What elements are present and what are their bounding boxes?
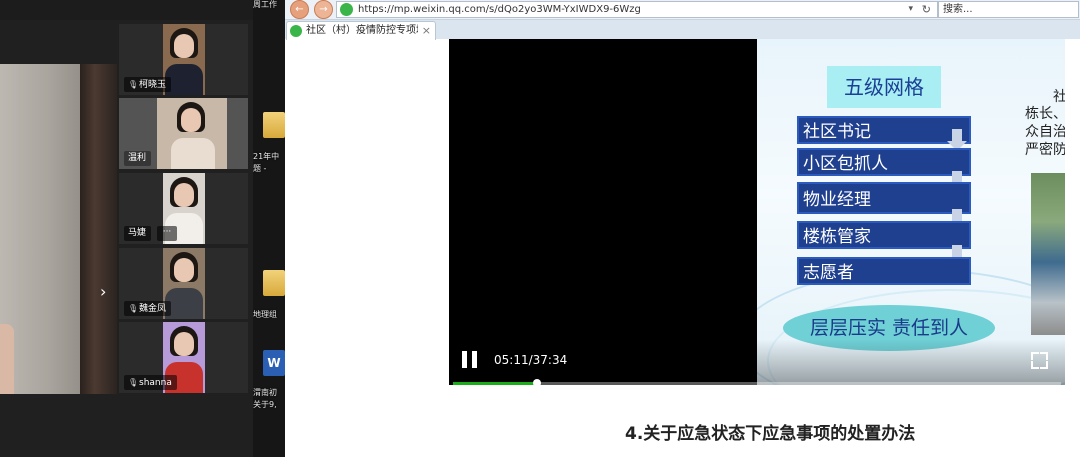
search-input[interactable]: 搜索...	[938, 1, 1079, 18]
wechat-favicon-icon	[340, 3, 353, 16]
desktop-area: 周工作 21年中 题 - 地理组 W 渭南初 关于9,	[253, 0, 285, 457]
participant-tile[interactable]: 🎙shanna	[119, 322, 248, 393]
next-page-arrow-icon[interactable]: ›	[100, 284, 106, 300]
refresh-icon[interactable]: ↻	[922, 2, 931, 17]
more-options-icon[interactable]: ···	[157, 226, 177, 241]
participant-tile[interactable]: 马婕 ···	[119, 173, 248, 244]
mic-muted-icon: 🎙	[128, 378, 139, 387]
back-button[interactable]: ←	[290, 0, 309, 19]
tab-close-icon[interactable]: ×	[422, 22, 431, 40]
wechat-favicon-icon	[290, 25, 302, 37]
desktop-item-label: 周工作	[253, 0, 277, 9]
progress-fill	[453, 382, 537, 385]
mic-muted-icon: 🎙	[128, 304, 139, 313]
participant-name-label: 🎙魏金凤	[124, 301, 172, 316]
article-heading: 4.关于应急状态下应急事项的处置办法	[625, 424, 916, 444]
grid-level: 物业经理	[797, 182, 971, 214]
progress-bar[interactable]	[453, 379, 1061, 385]
playback-time: 05:11/37:34	[494, 353, 568, 367]
word-doc-icon[interactable]: W	[263, 350, 285, 376]
browser-window: ← → https://mp.weixin.qq.com/s/dQo2yo3WM…	[285, 0, 1080, 457]
slide-side-text: 众自治	[1025, 124, 1065, 140]
mic-muted-icon: 🎙	[128, 80, 139, 89]
slide-side-text: 栋长、	[1025, 106, 1065, 122]
tab-title: 社区（村）疫情防控专项培...	[306, 25, 418, 36]
folder-icon[interactable]	[263, 270, 285, 296]
pause-button[interactable]	[462, 351, 480, 369]
desktop-item-label: 关于9,	[253, 400, 277, 409]
video-speaker	[0, 324, 14, 394]
participant-video	[157, 98, 227, 169]
desktop-item-label: 地理组	[253, 310, 277, 319]
main-video-feed[interactable]: ›	[0, 64, 117, 394]
progress-knob[interactable]	[532, 379, 541, 385]
grid-level: 社区书记	[797, 116, 971, 144]
forward-button[interactable]: →	[314, 0, 333, 19]
grid-level: 小区包抓人	[797, 148, 971, 176]
participant-tile[interactable]: 🎙魏金凤	[119, 248, 248, 319]
address-bar[interactable]: https://mp.weixin.qq.com/s/dQo2yo3WM-YxI…	[336, 1, 938, 18]
url-text[interactable]: https://mp.weixin.qq.com/s/dQo2yo3WM-YxI…	[358, 2, 641, 17]
video-player[interactable]: 五级网格 社区书记 小区包抓人 物业经理 楼栋管家 志愿者 层层压实 责任到人 …	[449, 39, 1065, 385]
participant-name-label: 🎙柯晓玉	[124, 77, 172, 92]
tab-bar: 社区（村）疫情防控专项培... ×	[285, 20, 1080, 40]
search-placeholder: 搜索...	[943, 4, 973, 15]
browser-nav-bar: ← → https://mp.weixin.qq.com/s/dQo2yo3WM…	[285, 0, 1080, 20]
dropdown-arrow-icon[interactable]: ▾	[908, 2, 913, 17]
grid-level: 楼栋管家	[797, 221, 971, 249]
participant-name-label: 🎙shanna	[124, 375, 177, 390]
participant-name-label: 温利	[124, 151, 152, 166]
slide-photo	[1031, 173, 1065, 335]
participant-tile-active[interactable]: 温利	[119, 98, 248, 169]
grid-level: 志愿者	[797, 257, 971, 285]
meeting-top-bar	[0, 0, 253, 20]
browser-tab[interactable]: 社区（村）疫情防控专项培... ×	[286, 21, 436, 40]
desktop-item-label: 渭南初	[253, 388, 277, 397]
slide-side-text: 社	[1053, 89, 1065, 105]
fullscreen-icon[interactable]	[1031, 352, 1048, 369]
participant-tile[interactable]: 🎙柯晓玉	[119, 24, 248, 95]
slide-side-text: 严密防	[1025, 142, 1065, 158]
presentation-slide: 五级网格 社区书记 小区包抓人 物业经理 楼栋管家 志愿者 层层压实 责任到人 …	[757, 39, 1065, 385]
meeting-window: › 🎙柯晓玉 温利 马婕 ··· 🎙魏金凤 🎙shanna	[0, 0, 253, 457]
desktop-item-label: 题 -	[253, 164, 267, 173]
desktop-item-label: 21年中	[253, 152, 280, 161]
folder-icon[interactable]	[263, 112, 285, 138]
participant-name-label: 马婕	[124, 226, 152, 241]
video-door	[80, 64, 117, 394]
slide-title: 五级网格	[827, 66, 941, 108]
player-controls: 05:11/37:34	[449, 339, 1065, 385]
